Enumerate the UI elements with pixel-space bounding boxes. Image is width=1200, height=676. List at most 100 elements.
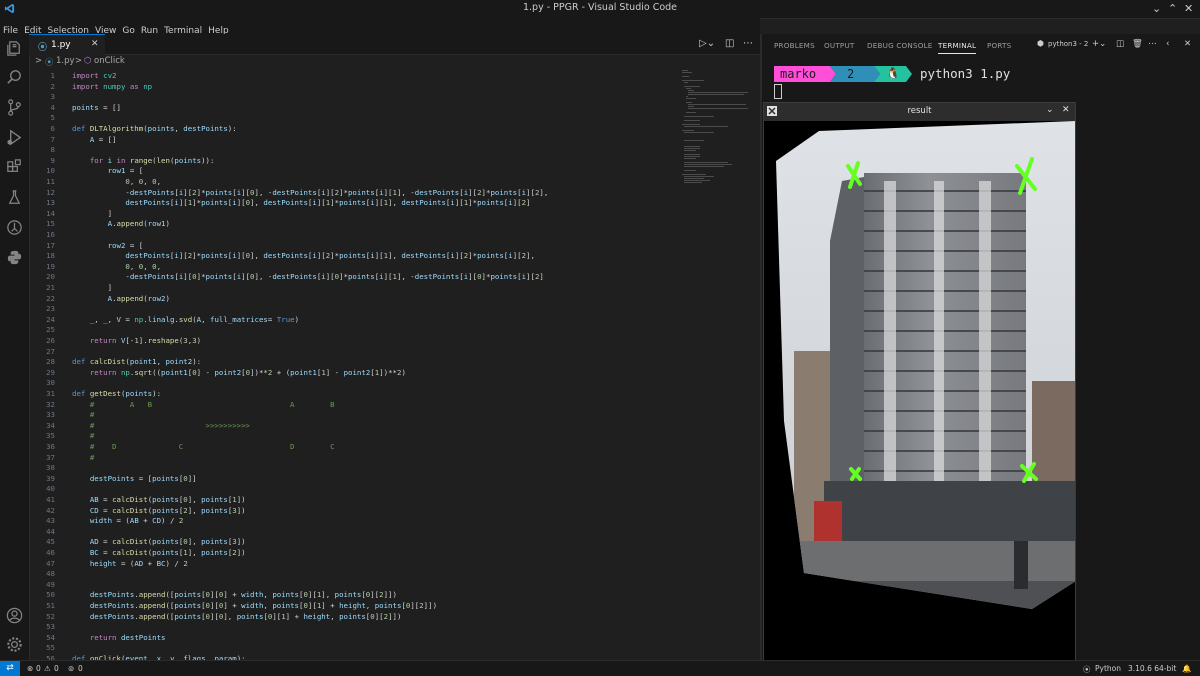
terminal-name[interactable]: python3 - 2 xyxy=(1048,40,1088,48)
tab-problems[interactable]: PROBLEMS xyxy=(774,41,815,50)
split-terminal-icon[interactable]: ◫ xyxy=(1116,39,1124,49)
code-line[interactable]: # xyxy=(72,431,94,440)
code-line[interactable]: destPoints = [points[0]] xyxy=(72,474,197,483)
code-line[interactable]: A = [] xyxy=(72,135,117,144)
code-line[interactable]: return destPoints xyxy=(72,633,166,642)
code-line[interactable]: import cv2 xyxy=(72,71,117,80)
more-actions-icon[interactable]: ⋯ xyxy=(743,38,753,49)
minimap[interactable] xyxy=(680,68,750,188)
close-panel-icon[interactable]: ✕ xyxy=(1184,39,1191,49)
code-editor[interactable]: import cv2 import numpy as np points = [] d… xyxy=(72,68,682,660)
line-number: 52 xyxy=(46,611,55,621)
settings-gear-icon[interactable] xyxy=(5,635,24,654)
code-line[interactable]: # A B A B xyxy=(72,400,335,409)
code-line[interactable]: A.append(row2) xyxy=(72,294,170,303)
code-line[interactable]: destPoints.append([points[0][0] + width,… xyxy=(72,590,397,599)
remote-explorer-icon[interactable] xyxy=(5,218,24,237)
account-icon[interactable] xyxy=(5,606,24,625)
code-line[interactable]: def calcDist(point1, point2): xyxy=(72,357,201,366)
close-tab-icon[interactable]: ✕ xyxy=(91,39,99,49)
code-line[interactable]: return np.sqrt((point1[0] - point2[0])**… xyxy=(72,368,406,377)
code-line[interactable]: A.append(row1) xyxy=(72,219,170,228)
code-line[interactable]: height = (AD + BC) / 2 xyxy=(72,559,188,568)
code-line[interactable]: BC = calcDist(points[1], points[2]) xyxy=(72,548,246,557)
rectified-building-image[interactable] xyxy=(764,121,1075,674)
tab-terminal[interactable]: TERMINAL xyxy=(938,41,977,54)
maximize-window-icon[interactable]: ⌃ xyxy=(1168,2,1177,15)
line-number: 45 xyxy=(46,537,55,547)
search-icon[interactable] xyxy=(5,68,24,87)
code-line[interactable]: destPoints.append([points[0][0] + width,… xyxy=(72,601,437,610)
result-close-icon[interactable]: ✕ xyxy=(1062,105,1070,115)
tab-debug-console[interactable]: DEBUG CONSOLE xyxy=(867,41,933,50)
tab-ports[interactable]: PORTS xyxy=(987,41,1011,50)
line-number: 2 xyxy=(50,81,55,91)
ports-icon[interactable]: ⊚ xyxy=(68,664,74,673)
warnings-count[interactable]: 0 xyxy=(54,664,59,673)
run-debug-icon[interactable] xyxy=(5,128,24,147)
code-line[interactable]: CD = calcDist(points[2], points[3]) xyxy=(72,506,246,515)
tab-output[interactable]: OUTPUT xyxy=(824,41,855,50)
code-line[interactable]: points = [] xyxy=(72,103,121,112)
extensions-icon[interactable] xyxy=(5,158,24,177)
code-line[interactable]: # >>>>>>>>>> xyxy=(72,421,250,430)
errors-icon[interactable]: ⊗ xyxy=(27,664,33,673)
code-line[interactable]: ] xyxy=(72,283,112,292)
code-line[interactable]: width = (AB + CD) / 2 xyxy=(72,516,184,525)
code-line[interactable]: _, _, V = np.linalg.svd(A, full_matrices… xyxy=(72,315,299,324)
code-line[interactable]: for i in range(len(points)): xyxy=(72,156,215,165)
maximize-panel-icon[interactable]: ‹ xyxy=(1166,39,1169,49)
code-line[interactable]: -destPoints[i][2]*points[i][0], -destPoi… xyxy=(72,188,548,197)
kill-terminal-icon[interactable]: 🗑 xyxy=(1132,39,1143,49)
python-interpreter[interactable]: 3.10.6 64-bit xyxy=(1128,664,1176,673)
python-icon[interactable] xyxy=(5,248,24,267)
code-line[interactable]: import numpy as np xyxy=(72,82,152,91)
code-line[interactable]: AB = calcDist(points[0], points[1]) xyxy=(72,495,246,504)
line-number: 25 xyxy=(46,325,55,335)
tab-1py[interactable]: ⦿ 1.py ✕ xyxy=(29,34,105,55)
code-line[interactable]: # D C D C xyxy=(72,442,335,451)
code-line[interactable]: 0, 0, 0, xyxy=(72,262,161,271)
testing-icon[interactable] xyxy=(5,188,24,207)
new-terminal-icon[interactable]: +⌄ xyxy=(1092,39,1106,49)
breadcrumb-chevron: > xyxy=(35,56,43,66)
line-number: 7 xyxy=(50,134,55,144)
minimize-window-icon[interactable]: ⌄ xyxy=(1152,2,1161,15)
code-line[interactable]: row2 = [ xyxy=(72,241,144,250)
code-line[interactable]: def DLTAlgorithm(points, destPoints): xyxy=(72,124,237,133)
code-line[interactable]: row1 = [ xyxy=(72,166,144,175)
result-minimize-icon[interactable]: ⌄ xyxy=(1046,105,1054,115)
code-line[interactable]: # xyxy=(72,453,94,462)
warnings-icon[interactable]: ⚠ xyxy=(44,664,51,673)
code-line[interactable]: 0, 0, 0, xyxy=(72,177,161,186)
code-line[interactable]: destPoints[i][2]*points[i][0], destPoint… xyxy=(72,251,535,260)
split-editor-icon[interactable]: ◫ xyxy=(725,38,734,49)
breadcrumb-separator: > xyxy=(75,56,83,66)
code-line[interactable]: AD = calcDist(points[0], points[3]) xyxy=(72,537,246,546)
code-line[interactable]: ] xyxy=(72,209,112,218)
code-line[interactable]: # xyxy=(72,410,94,419)
result-window[interactable]: result ⌄ ✕ xyxy=(763,102,1076,675)
line-number: 1 xyxy=(50,71,55,80)
code-line[interactable]: def getDest(points): xyxy=(72,389,161,398)
line-number: 13 xyxy=(46,198,55,208)
code-line[interactable]: destPoints[i][1]*points[i][0], destPoint… xyxy=(72,198,530,207)
more-panel-actions-icon[interactable]: ⋯ xyxy=(1148,39,1157,49)
code-line[interactable]: -destPoints[i][0]*points[i][0], -destPoi… xyxy=(72,272,543,281)
language-mode[interactable]: Python xyxy=(1095,664,1121,673)
ports-count[interactable]: 0 xyxy=(78,664,83,673)
breadcrumb-file[interactable]: 1.py xyxy=(56,56,75,66)
errors-count[interactable]: 0 xyxy=(36,664,41,673)
line-number: 28 xyxy=(46,357,55,367)
run-file-icon[interactable]: ▷⌄ xyxy=(699,38,715,49)
remote-indicator-icon[interactable]: ⇄ xyxy=(0,661,20,676)
explorer-icon[interactable] xyxy=(5,39,24,58)
result-window-titlebar[interactable]: result ⌄ ✕ xyxy=(764,103,1075,121)
code-line[interactable]: return V[-1].reshape(3,3) xyxy=(72,336,201,345)
close-window-icon[interactable]: ✕ xyxy=(1184,2,1193,15)
code-line[interactable]: destPoints.append([points[0][0], points[… xyxy=(72,612,402,621)
notifications-bell-icon[interactable]: 🔔 xyxy=(1182,664,1191,673)
line-number: 40 xyxy=(46,484,55,494)
source-control-icon[interactable] xyxy=(5,98,24,117)
breadcrumb-symbol[interactable]: onClick xyxy=(94,56,125,66)
